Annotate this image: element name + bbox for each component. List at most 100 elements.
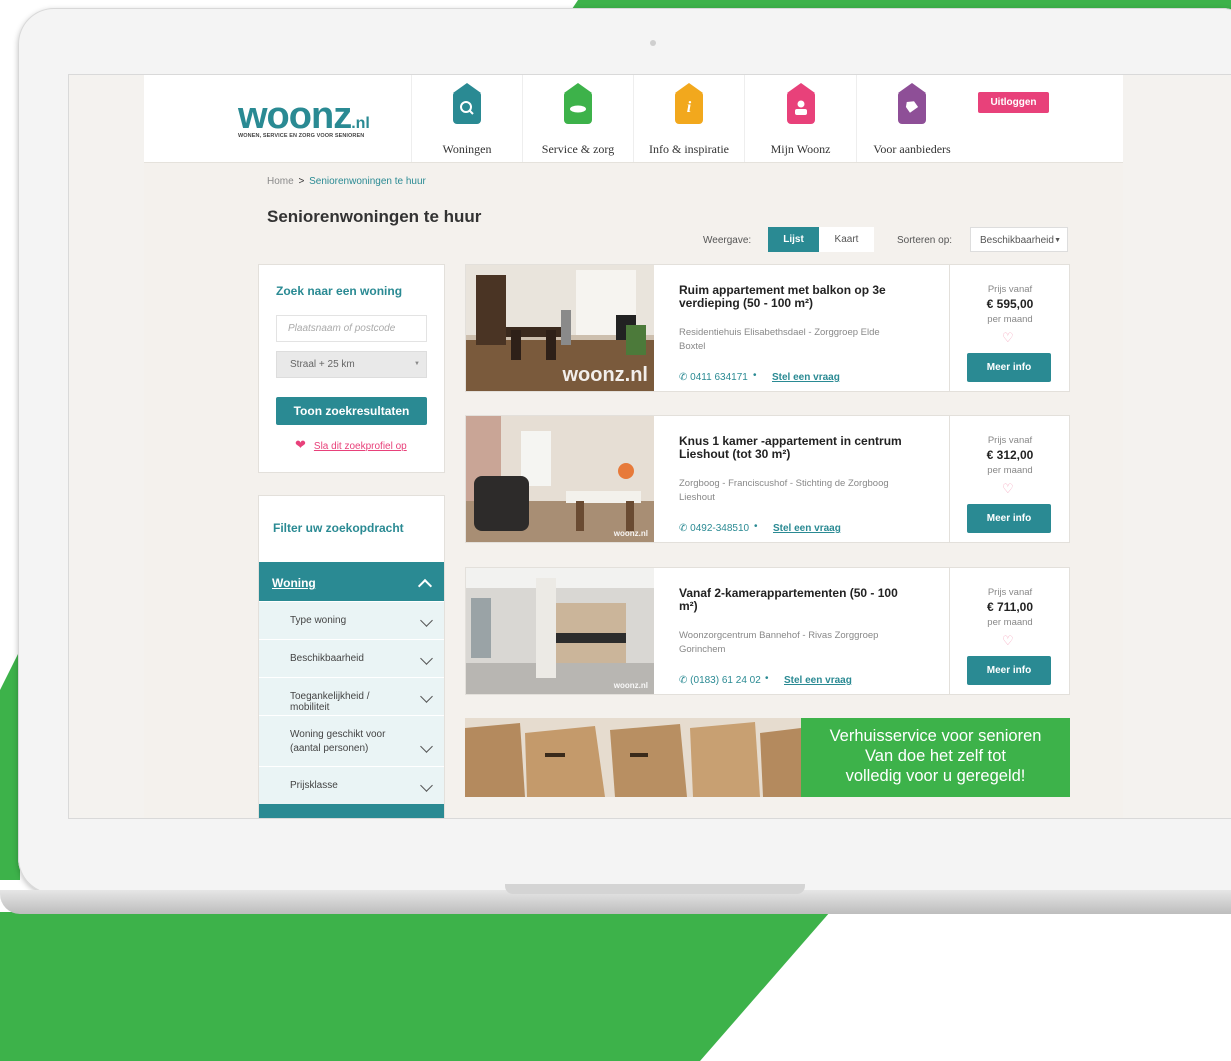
sort-value: Beschikbaarheid [980,235,1054,246]
nav-service-zorg[interactable]: Service & zorg [522,75,633,162]
caret-down-icon: ▼ [414,361,420,367]
logo-suffix: .nl [351,115,370,132]
location-input[interactable]: Plaatsnaam of postcode [276,315,427,342]
laptop-notch [505,884,805,894]
hand-icon [564,83,592,124]
filter-item[interactable]: Woning geschikt voor (aantal personen) [259,715,444,766]
filter-item-label: Prijsklasse [290,780,338,791]
listing-phone[interactable]: ✆ 0492-348510 [679,523,749,534]
listing-photo[interactable]: woonz.nl [466,265,654,391]
favorite-heart-icon[interactable]: ♡ [1002,331,1014,344]
photo-watermark: woonz.nl [613,681,648,690]
site-header: woonz.nl WONEN, SERVICE EN ZORG VOOR SEN… [144,75,1123,163]
view-list-button[interactable]: Lijst [768,227,819,252]
separator-dot: • [765,673,769,684]
nav-mijn-woonz[interactable]: Mijn Woonz [744,75,856,162]
view-label: Weergave: [703,235,752,246]
listing-phone[interactable]: ✆ (0183) 61 24 02 [679,675,761,686]
price-value: € 312,00 [986,448,1034,462]
price-label: Prijs vanaf [987,435,1033,446]
listing-provider: Woonzorgcentrum Bannehof - Rivas Zorggro… [679,629,919,657]
search-panel: Zoek naar een woning Plaatsnaam of postc… [258,264,445,473]
chevron-up-icon [417,578,433,594]
favorite-heart-icon[interactable]: ♡ [1002,634,1014,647]
filter-item[interactable]: Type woning [259,601,444,639]
listing-photo[interactable]: woonz.nl [466,568,654,694]
favorite-heart-icon[interactable]: ♡ [1002,482,1014,495]
caret-down-icon: ▼ [1054,237,1061,244]
listing-title[interactable]: Ruim appartement met balkon op 3e verdie… [679,284,919,310]
breadcrumb-current[interactable]: Seniorenwoningen te huur [309,176,426,187]
radius-select[interactable]: Straal + 25 km ▼ [276,351,427,378]
price-period: per maand [987,314,1033,325]
price-value: € 711,00 [986,600,1034,614]
listing-phone[interactable]: ✆ 0411 634171 [679,372,748,383]
more-info-button[interactable]: Meer info [967,656,1051,685]
tagline: WONEN, SERVICE EN ZORG VOOR SENIOREN [238,133,365,139]
banner-text: Verhuisservice voor senioren Van doe het… [801,718,1070,797]
filter-item[interactable]: Toegankelijkheid / mobiliteit [259,677,444,715]
breadcrumb: Home > Seniorenwoningen te huur [267,176,426,187]
price-column: Prijs vanaf € 312,00 per maand ♡ Meer in… [949,416,1070,542]
provider-name: Zorgboog - Franciscushof - Stichting de … [679,478,889,489]
nav-label: Info & inspiratie [649,142,729,156]
filter-item[interactable]: Prijsklasse [259,766,444,804]
filter-item-label: Type woning [290,615,347,626]
search-icon [453,83,481,124]
ask-question-link[interactable]: Stel een vraag [772,372,840,383]
show-results-button[interactable]: Toon zoekresultaten [276,397,427,425]
save-profile-link[interactable]: ❤ Sla dit zoekprofiel op [295,437,407,453]
phone-icon: ✆ [679,372,688,383]
photo-watermark: woonz.nl [562,364,648,386]
logo-text: woonz [238,95,352,137]
filter-section-next[interactable] [259,804,444,818]
save-profile-label: Sla dit zoekprofiel op [313,441,407,452]
nav-info-inspiratie[interactable]: i Info & inspiratie [633,75,744,162]
price-column: Prijs vanaf € 711,00 per maand ♡ Meer in… [949,568,1070,694]
radius-value: Straal + 25 km [290,359,355,370]
filter-item[interactable]: Beschikbaarheid [259,639,444,677]
info-icon: i [675,83,703,124]
camera-dot [650,40,656,46]
phone-number: 0411 634171 [690,372,748,383]
filter-section-label: Woning [272,576,316,590]
nav-label: Woningen [442,142,492,156]
breadcrumb-home[interactable]: Home [267,176,294,187]
banner-line: Van doe het zelf tot [865,747,1006,765]
listing-provider: Residentiehuis Elisabethsdael - Zorggroe… [679,326,919,354]
browser-screen: woonz.nl WONEN, SERVICE EN ZORG VOOR SEN… [68,74,1231,819]
nav-voor-aanbieders[interactable]: Voor aanbieders [856,75,967,162]
price-label: Prijs vanaf [987,284,1033,295]
price-period: per maand [987,465,1033,476]
listing-title[interactable]: Vanaf 2-kamerappartementen (50 - 100 m²) [679,587,919,613]
ask-question-link[interactable]: Stel een vraag [773,523,841,534]
phone-icon: ✆ [679,523,688,534]
moving-service-banner[interactable]: Verhuisservice voor senioren Van doe het… [465,718,1070,797]
tag-icon [898,83,926,124]
ask-question-link[interactable]: Stel een vraag [784,675,852,686]
nav-woningen[interactable]: Woningen [411,75,522,162]
price-value: € 595,00 [986,297,1034,311]
sort-select[interactable]: Beschikbaarheid ▼ [970,227,1068,252]
provider-name: Residentiehuis Elisabethsdael - Zorggroe… [679,327,880,338]
more-info-button[interactable]: Meer info [967,504,1051,533]
chevron-down-icon [420,614,433,627]
listing-photo[interactable]: woonz.nl [466,416,654,542]
provider-city: Gorinchem [679,644,726,655]
user-icon [787,83,815,124]
listing-card: woonz.nl Ruim appartement met balkon op … [465,264,1070,392]
more-info-button[interactable]: Meer info [967,353,1051,382]
nav-label: Service & zorg [541,142,615,156]
view-map-button[interactable]: Kaart [819,227,874,252]
filter-item-label: Toegankelijkheid / mobiliteit [290,691,370,713]
listing-title[interactable]: Knus 1 kamer -appartement in centrum Lie… [679,435,919,461]
chevron-down-icon [420,779,433,792]
logout-button[interactable]: Uitloggen [978,92,1049,113]
search-title: Zoek naar een woning [276,284,403,298]
filter-item-label: Beschikbaarheid [290,653,364,664]
chevron-down-icon [420,652,433,665]
listing-card: woonz.nl Knus 1 kamer -appartement in ce… [465,415,1070,543]
phone-number: 0492-348510 [690,523,750,534]
provider-city: Boxtel [679,341,706,352]
filter-section-woning[interactable]: Woning [259,562,444,601]
